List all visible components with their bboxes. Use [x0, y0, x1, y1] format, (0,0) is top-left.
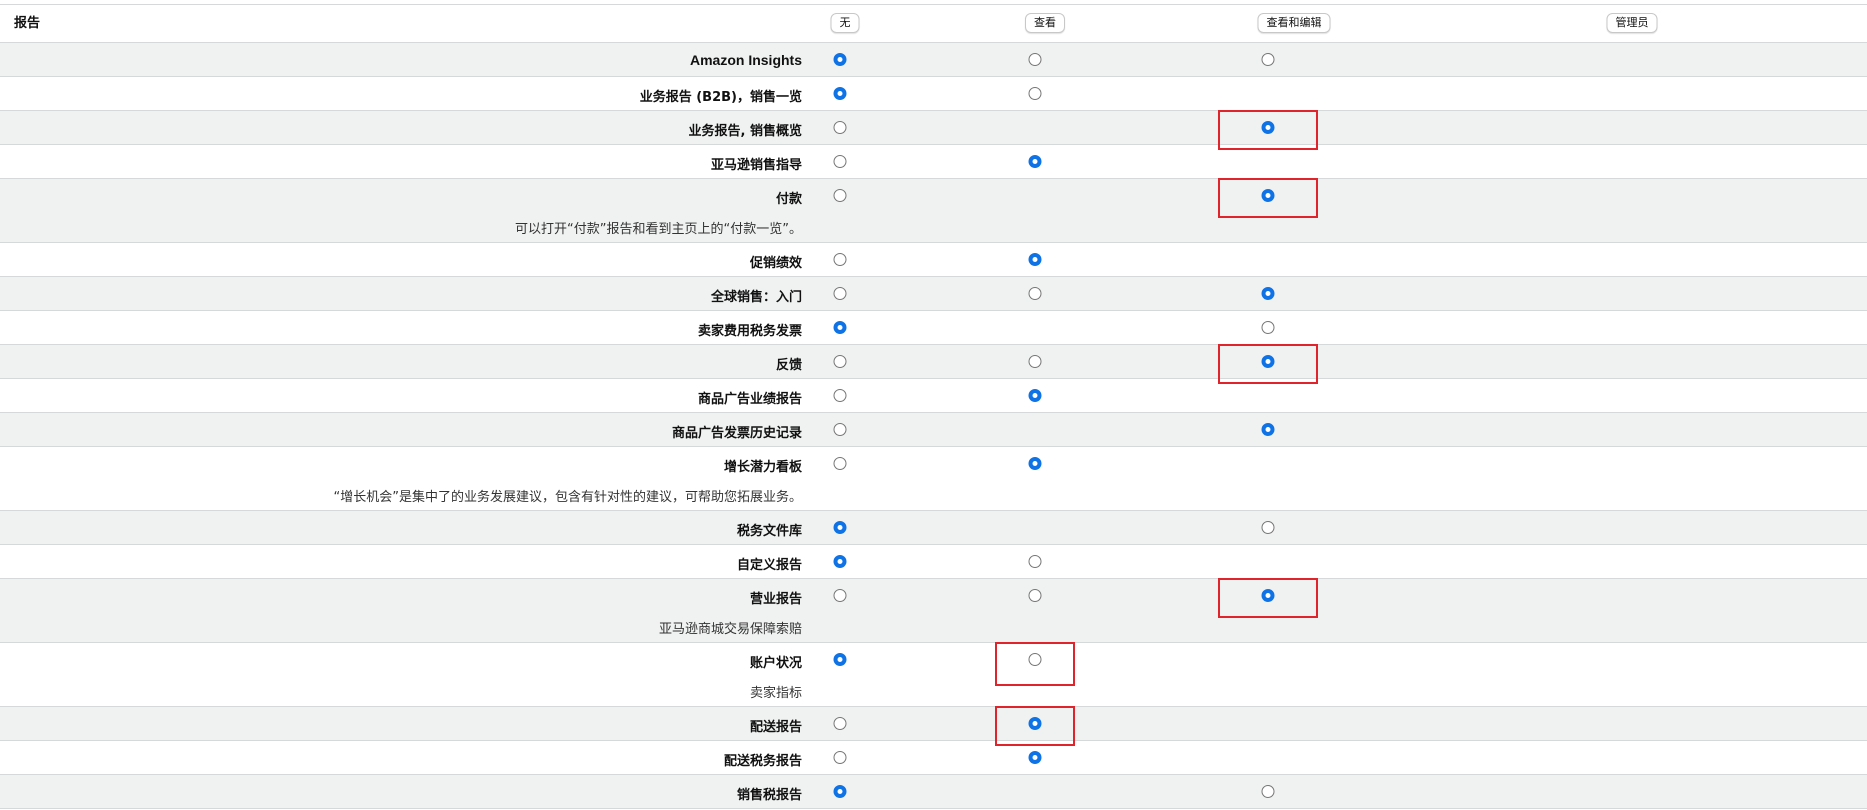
table-row: 反馈: [0, 345, 1867, 379]
radio-view[interactable]: [1028, 589, 1042, 602]
table-row: 卖家费用税务发票: [0, 311, 1867, 345]
row-label: 营业报告: [749, 592, 802, 607]
radio-view[interactable]: [1028, 389, 1042, 402]
row-label: 促销绩效: [749, 256, 802, 271]
column-none-button[interactable]: 无: [830, 13, 860, 33]
highlight-box: [1218, 178, 1318, 218]
row-label: 账户状况: [749, 656, 802, 671]
table-row: 自定义报告: [0, 545, 1867, 579]
radio-view-edit[interactable]: [1261, 785, 1275, 798]
highlight-box: [1218, 344, 1318, 384]
radio-none[interactable]: [833, 423, 847, 436]
section-title: 报告: [14, 15, 41, 30]
row-description: 可以打开“付款”报告和看到主页上的“付款一览”。: [515, 222, 802, 237]
radio-none[interactable]: [833, 155, 847, 168]
radio-none[interactable]: [833, 717, 847, 730]
row-label: 增长潜力看板: [723, 460, 802, 475]
table-row: 配送报告: [0, 707, 1867, 741]
radio-view[interactable]: [1028, 457, 1042, 470]
row-description: “增长机会”是集中了的业务发展建议，包含有针对性的建议，可帮助您拓展业务。: [333, 490, 802, 505]
radio-none[interactable]: [833, 389, 847, 402]
table-header: 报告 无 查看 查看和编辑 管理员: [0, 4, 1867, 43]
column-admin-button[interactable]: 管理员: [1606, 13, 1658, 33]
row-label: Amazon Insights: [689, 52, 802, 68]
radio-none[interactable]: [833, 589, 847, 602]
highlight-box: [995, 642, 1075, 686]
radio-none[interactable]: [833, 355, 847, 368]
radio-none[interactable]: [833, 189, 847, 202]
highlight-box: [1218, 110, 1318, 150]
table-row: 增长潜力看板 “增长机会”是集中了的业务发展建议，包含有针对性的建议，可帮助您拓展…: [0, 447, 1867, 511]
radio-view-edit[interactable]: [1261, 321, 1275, 334]
radio-none[interactable]: [833, 87, 847, 100]
row-description: 卖家指标: [749, 686, 802, 701]
radio-view[interactable]: [1028, 355, 1042, 368]
radio-none[interactable]: [833, 521, 847, 534]
radio-view-edit[interactable]: [1261, 423, 1275, 436]
row-label: 税务文件库: [736, 524, 802, 539]
row-label: 亚马逊销售指导: [710, 158, 802, 173]
row-label: 配送税务报告: [723, 754, 802, 769]
radio-none[interactable]: [833, 785, 847, 798]
radio-none[interactable]: [833, 751, 847, 764]
radio-none[interactable]: [833, 121, 847, 134]
table-row: 营业报告亚马逊商城交易保障索赔: [0, 579, 1867, 643]
radio-view-edit[interactable]: [1261, 287, 1275, 300]
column-view-button[interactable]: 查看: [1025, 13, 1065, 33]
radio-none[interactable]: [833, 555, 847, 568]
radio-none[interactable]: [833, 321, 847, 334]
row-label: 商品广告业绩报告: [697, 392, 802, 407]
highlight-box: [1218, 578, 1318, 618]
table-row: 业务报告 (B2B)，销售一览: [0, 77, 1867, 111]
row-label: 配送报告: [749, 720, 802, 735]
table-row: 销售税报告: [0, 775, 1867, 809]
row-label: 反馈: [775, 358, 802, 373]
table-row: 商品广告业绩报告: [0, 379, 1867, 413]
highlight-box: [995, 706, 1075, 746]
table-row: 商品广告发票历史记录: [0, 413, 1867, 447]
table-row: 账户状况 卖家指标: [0, 643, 1867, 707]
row-label: 全球销售：入门: [710, 290, 802, 305]
radio-none[interactable]: [833, 457, 847, 470]
radio-view[interactable]: [1028, 87, 1042, 100]
table-row: 业务报告, 销售概览: [0, 111, 1867, 145]
row-label: 业务报告 (B2B)，销售一览: [639, 90, 802, 105]
radio-view-edit[interactable]: [1261, 53, 1275, 66]
row-label: 商品广告发票历史记录: [671, 426, 802, 441]
radio-none[interactable]: [833, 253, 847, 266]
table-row: 税务文件库: [0, 511, 1867, 545]
radio-none[interactable]: [833, 287, 847, 300]
row-label: 自定义报告: [736, 558, 802, 573]
radio-none[interactable]: [833, 53, 847, 66]
radio-view[interactable]: [1028, 155, 1042, 168]
radio-view[interactable]: [1028, 53, 1042, 66]
radio-view-edit[interactable]: [1261, 521, 1275, 534]
radio-view[interactable]: [1028, 751, 1042, 764]
radio-view[interactable]: [1028, 287, 1042, 300]
row-label: 卖家费用税务发票: [697, 324, 802, 339]
row-label: 销售税报告: [736, 788, 802, 803]
table-row: 全球销售：入门: [0, 277, 1867, 311]
table-row: 亚马逊销售指导: [0, 145, 1867, 179]
table-row: 付款可以打开“付款”报告和看到主页上的“付款一览”。: [0, 179, 1867, 243]
table-row: 配送税务报告: [0, 741, 1867, 775]
radio-view[interactable]: [1028, 253, 1042, 266]
row-description: 亚马逊商城交易保障索赔: [658, 622, 802, 637]
table-row: Amazon Insights: [0, 43, 1867, 77]
row-label: 业务报告, 销售概览: [688, 124, 802, 139]
table-row: 促销绩效: [0, 243, 1867, 277]
row-label: 付款: [775, 192, 802, 207]
radio-none[interactable]: [833, 653, 847, 666]
radio-view[interactable]: [1028, 555, 1042, 568]
column-view-edit-button[interactable]: 查看和编辑: [1257, 13, 1331, 33]
